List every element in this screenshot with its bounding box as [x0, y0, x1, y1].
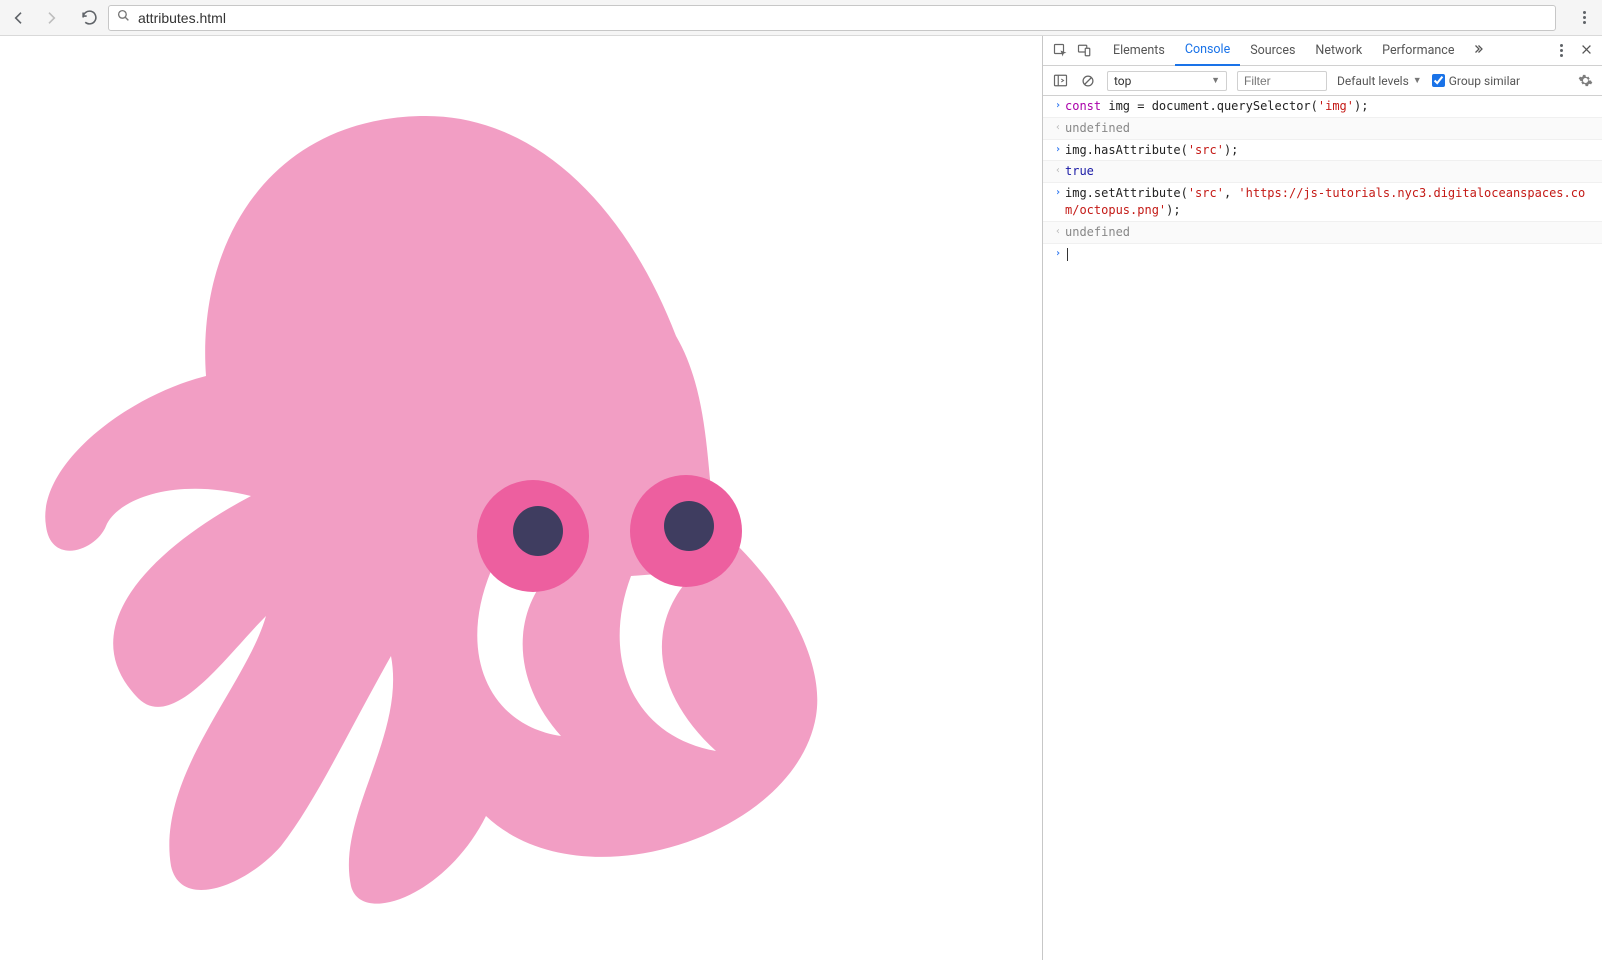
devtools-tab-strip: Elements Console Sources Network Perform…	[1043, 36, 1602, 66]
omnibox-wrapper	[108, 5, 1556, 31]
tab-performance[interactable]: Performance	[1372, 36, 1464, 66]
group-similar-checkbox[interactable]	[1432, 74, 1445, 87]
reload-button[interactable]	[80, 9, 98, 27]
input-caret-icon: ›	[1055, 247, 1061, 261]
output-caret-icon: ‹	[1055, 225, 1061, 239]
console-code: img.setAttribute('src', 'https://js-tuto…	[1065, 185, 1594, 219]
console-prompt-row[interactable]: ›	[1043, 244, 1602, 265]
tab-sources[interactable]: Sources	[1240, 36, 1305, 66]
group-similar-toggle[interactable]: Group similar	[1432, 74, 1520, 88]
devtools-panel: Elements Console Sources Network Perform…	[1042, 36, 1602, 960]
console-input-row: › const img = document.querySelector('im…	[1043, 96, 1602, 118]
page-content	[0, 36, 1042, 960]
context-selector-label: top	[1114, 74, 1131, 88]
address-bar[interactable]	[108, 5, 1556, 31]
console-prompt[interactable]	[1065, 246, 1594, 263]
browser-menu[interactable]	[1576, 11, 1592, 24]
console-input-row: › img.setAttribute('src', 'https://js-tu…	[1043, 183, 1602, 222]
context-selector[interactable]: top ▼	[1107, 71, 1227, 91]
nav-arrows	[10, 9, 98, 27]
text-cursor	[1067, 248, 1068, 261]
log-levels-label: Default levels	[1337, 74, 1409, 88]
console-settings-icon[interactable]	[1576, 72, 1594, 90]
input-caret-icon: ›	[1055, 186, 1061, 200]
group-similar-label: Group similar	[1449, 74, 1520, 88]
tabs-overflow-icon[interactable]	[1464, 43, 1492, 59]
console-output-row: ‹ undefined	[1043, 118, 1602, 140]
chevron-down-icon: ▼	[1413, 75, 1422, 86]
console-output-row: ‹ undefined	[1043, 222, 1602, 244]
console-output-row: ‹ true	[1043, 161, 1602, 183]
tab-network[interactable]: Network	[1305, 36, 1372, 66]
devtools-menu-icon[interactable]	[1552, 42, 1570, 60]
input-caret-icon: ›	[1055, 143, 1061, 157]
output-caret-icon: ‹	[1055, 164, 1061, 178]
log-levels-dropdown[interactable]: Default levels ▼	[1337, 74, 1422, 88]
output-caret-icon: ‹	[1055, 121, 1061, 135]
url-input[interactable]	[138, 10, 1547, 26]
kebab-icon	[1583, 11, 1586, 24]
devtools-close-button[interactable]	[1580, 43, 1596, 59]
console-input-row: › img.hasAttribute('src');	[1043, 140, 1602, 162]
console-output[interactable]: › const img = document.querySelector('im…	[1043, 96, 1602, 960]
console-code: const img = document.querySelector('img'…	[1065, 98, 1594, 115]
chevron-down-icon: ▼	[1211, 75, 1220, 86]
console-toolbar: top ▼ Default levels ▼ Group similar	[1043, 66, 1602, 96]
browser-toolbar	[0, 0, 1602, 36]
back-button[interactable]	[10, 9, 28, 27]
clear-console-icon[interactable]	[1079, 72, 1097, 90]
search-icon	[117, 9, 130, 26]
forward-button[interactable]	[42, 9, 60, 27]
tab-console[interactable]: Console	[1175, 36, 1240, 66]
console-code: img.hasAttribute('src');	[1065, 142, 1594, 159]
tab-elements[interactable]: Elements	[1103, 36, 1175, 66]
device-toggle-icon[interactable]	[1075, 42, 1093, 60]
octopus-image	[16, 96, 896, 926]
console-result: true	[1065, 163, 1594, 180]
input-caret-icon: ›	[1055, 99, 1061, 113]
console-result: undefined	[1065, 120, 1594, 137]
console-result: undefined	[1065, 224, 1594, 241]
console-filter-input[interactable]	[1237, 71, 1327, 91]
console-sidebar-toggle-icon[interactable]	[1051, 72, 1069, 90]
workspace: Elements Console Sources Network Perform…	[0, 36, 1602, 960]
inspect-element-icon[interactable]	[1051, 42, 1069, 60]
